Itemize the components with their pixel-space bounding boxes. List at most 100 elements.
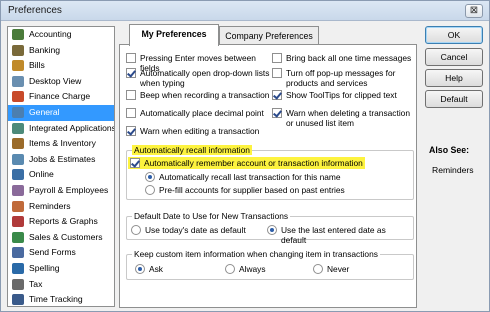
- checkbox[interactable]: [126, 90, 136, 100]
- help-button[interactable]: Help: [425, 69, 483, 87]
- tab-company-preferences[interactable]: Company Preferences: [219, 26, 319, 46]
- sidebar-item[interactable]: General: [8, 104, 114, 121]
- sidebar-item[interactable]: Bills: [8, 58, 114, 74]
- bills-icon: [12, 60, 24, 72]
- sidebar-item-label: Accounting: [29, 29, 72, 39]
- sales-customers-icon: [12, 231, 24, 243]
- sidebar-item-label: General: [29, 106, 60, 117]
- also-see-heading: Also See:: [429, 145, 470, 155]
- checkbox[interactable]: [126, 68, 136, 78]
- sidebar-item-label: Finance Charge: [29, 91, 91, 102]
- radio-button[interactable]: [135, 264, 145, 274]
- radio-button[interactable]: [145, 185, 155, 195]
- pref-label: Automatically open drop-down lists when …: [140, 68, 270, 88]
- radio-button[interactable]: [145, 172, 155, 182]
- checkbox[interactable]: [272, 53, 282, 63]
- pref-label: Warn when deleting a transaction or unus…: [286, 108, 410, 128]
- close-button[interactable]: ⊠: [465, 4, 483, 18]
- sidebar-item-label: Payroll & Employees: [29, 184, 109, 195]
- sidebar-item[interactable]: Reminders: [8, 199, 114, 215]
- sidebar-item-label: Time Tracking: [29, 294, 83, 305]
- recall-last-transaction-option[interactable]: Automatically recall last transaction fo…: [145, 172, 341, 182]
- custom-info-always-option[interactable]: Always: [225, 264, 266, 274]
- pref-label: Show ToolTips for clipped text: [286, 90, 397, 100]
- sidebar-item-label: Integrated Applications: [29, 122, 115, 133]
- pref-auto-open-dropdowns[interactable]: Automatically open drop-down lists when …: [126, 68, 276, 88]
- default-date-today-option[interactable]: Use today's date as default: [131, 225, 246, 235]
- sidebar-item[interactable]: Time Tracking: [8, 292, 114, 306]
- title-bar: Preferences ⊠: [1, 1, 489, 21]
- radio-button[interactable]: [313, 264, 323, 274]
- send-forms-icon: [12, 247, 24, 259]
- checkbox[interactable]: [126, 126, 136, 136]
- sidebar-item-label: Banking: [29, 44, 61, 55]
- sidebar-item-label: Send Forms: [29, 247, 76, 258]
- sidebar-item[interactable]: Tax: [8, 277, 114, 293]
- recall-info-group: Automatically recall information Automat…: [126, 145, 414, 200]
- sidebar-item[interactable]: Jobs & Estimates: [8, 152, 114, 168]
- radio-label: Automatically recall last transaction fo…: [159, 172, 341, 182]
- custom-info-never-option[interactable]: Never: [313, 264, 349, 274]
- ok-button[interactable]: OK: [425, 26, 483, 44]
- checkbox[interactable]: [272, 68, 282, 78]
- checkbox[interactable]: [272, 90, 282, 100]
- sidebar-item-label: Bills: [29, 60, 45, 71]
- spelling-icon: [12, 262, 24, 274]
- pref-turn-off-popups[interactable]: Turn off pop-up messages for products an…: [272, 68, 414, 88]
- sidebar-item[interactable]: Desktop View: [8, 74, 114, 90]
- radio-label: Ask: [149, 264, 163, 274]
- payroll-icon: [12, 184, 24, 196]
- radio-button[interactable]: [225, 264, 235, 274]
- recall-main-option[interactable]: Automatically remember account or transa…: [128, 157, 365, 169]
- radio-label: Always: [239, 264, 266, 274]
- radio-label: Use the last entered date as default: [281, 225, 386, 245]
- custom-info-group-label: Keep custom item information when changi…: [132, 249, 380, 259]
- reminders-icon: [12, 200, 24, 212]
- tab-my-preferences-label: My Preferences: [141, 29, 207, 39]
- pref-label: Automatically place decimal point: [140, 108, 264, 118]
- pref-label: Turn off pop-up messages for products an…: [286, 68, 396, 88]
- sidebar-item-label: Tax: [29, 278, 43, 289]
- sidebar-item[interactable]: Integrated Applications: [8, 121, 114, 137]
- reports-graphs-icon: [12, 216, 24, 228]
- items-inventory-icon: [12, 138, 24, 150]
- banking-icon: [12, 44, 24, 56]
- cancel-button[interactable]: Cancel: [425, 48, 483, 66]
- also-see-reminders-link[interactable]: Reminders: [432, 165, 474, 175]
- sidebar-item[interactable]: Accounting: [8, 27, 114, 43]
- checkbox[interactable]: [126, 53, 136, 63]
- sidebar-item[interactable]: Items & Inventory: [8, 136, 114, 152]
- pref-bring-back-messages[interactable]: Bring back all one time messages: [272, 53, 414, 63]
- desktop-view-icon: [12, 75, 24, 87]
- default-button[interactable]: Default: [425, 90, 483, 108]
- sidebar-item[interactable]: Spelling: [8, 261, 114, 277]
- default-date-last-entered-option[interactable]: Use the last entered date as default: [267, 225, 413, 245]
- custom-info-ask-option[interactable]: Ask: [135, 264, 163, 274]
- accounting-icon: [12, 29, 24, 40]
- sidebar-item[interactable]: Sales & Customers: [8, 230, 114, 246]
- sidebar-item[interactable]: Finance Charge: [8, 89, 114, 105]
- radio-button[interactable]: [131, 225, 141, 235]
- checkbox[interactable]: [126, 108, 136, 118]
- tab-my-preferences[interactable]: My Preferences: [129, 24, 219, 46]
- sidebar-item[interactable]: Banking: [8, 43, 114, 59]
- radio-label: Pre-fill accounts for supplier based on …: [159, 185, 345, 195]
- pref-beep-recording[interactable]: Beep when recording a transaction: [126, 90, 276, 100]
- jobs-estimates-icon: [12, 153, 24, 165]
- pref-warn-editing[interactable]: Warn when editing a transaction: [126, 126, 276, 136]
- preferences-category-list: Accounting Banking Bills Desktop View Financ…: [7, 26, 115, 307]
- sidebar-item[interactable]: Send Forms: [8, 245, 114, 261]
- checkbox[interactable]: [130, 158, 140, 168]
- checkbox[interactable]: [272, 108, 282, 118]
- sidebar-item-label: Sales & Customers: [29, 231, 103, 242]
- pref-warn-deleting[interactable]: Warn when deleting a transaction or unus…: [272, 108, 414, 128]
- sidebar-item-label: Online: [29, 169, 54, 180]
- sidebar-item[interactable]: Reports & Graphs: [8, 214, 114, 230]
- sidebar-item[interactable]: Online: [8, 167, 114, 183]
- sidebar-item[interactable]: Payroll & Employees: [8, 183, 114, 199]
- window-title: Preferences: [8, 5, 62, 16]
- radio-button[interactable]: [267, 225, 277, 235]
- recall-prefill-accounts-option[interactable]: Pre-fill accounts for supplier based on …: [145, 185, 345, 195]
- pref-auto-decimal-point[interactable]: Automatically place decimal point: [126, 108, 276, 118]
- pref-show-tooltips[interactable]: Show ToolTips for clipped text: [272, 90, 414, 100]
